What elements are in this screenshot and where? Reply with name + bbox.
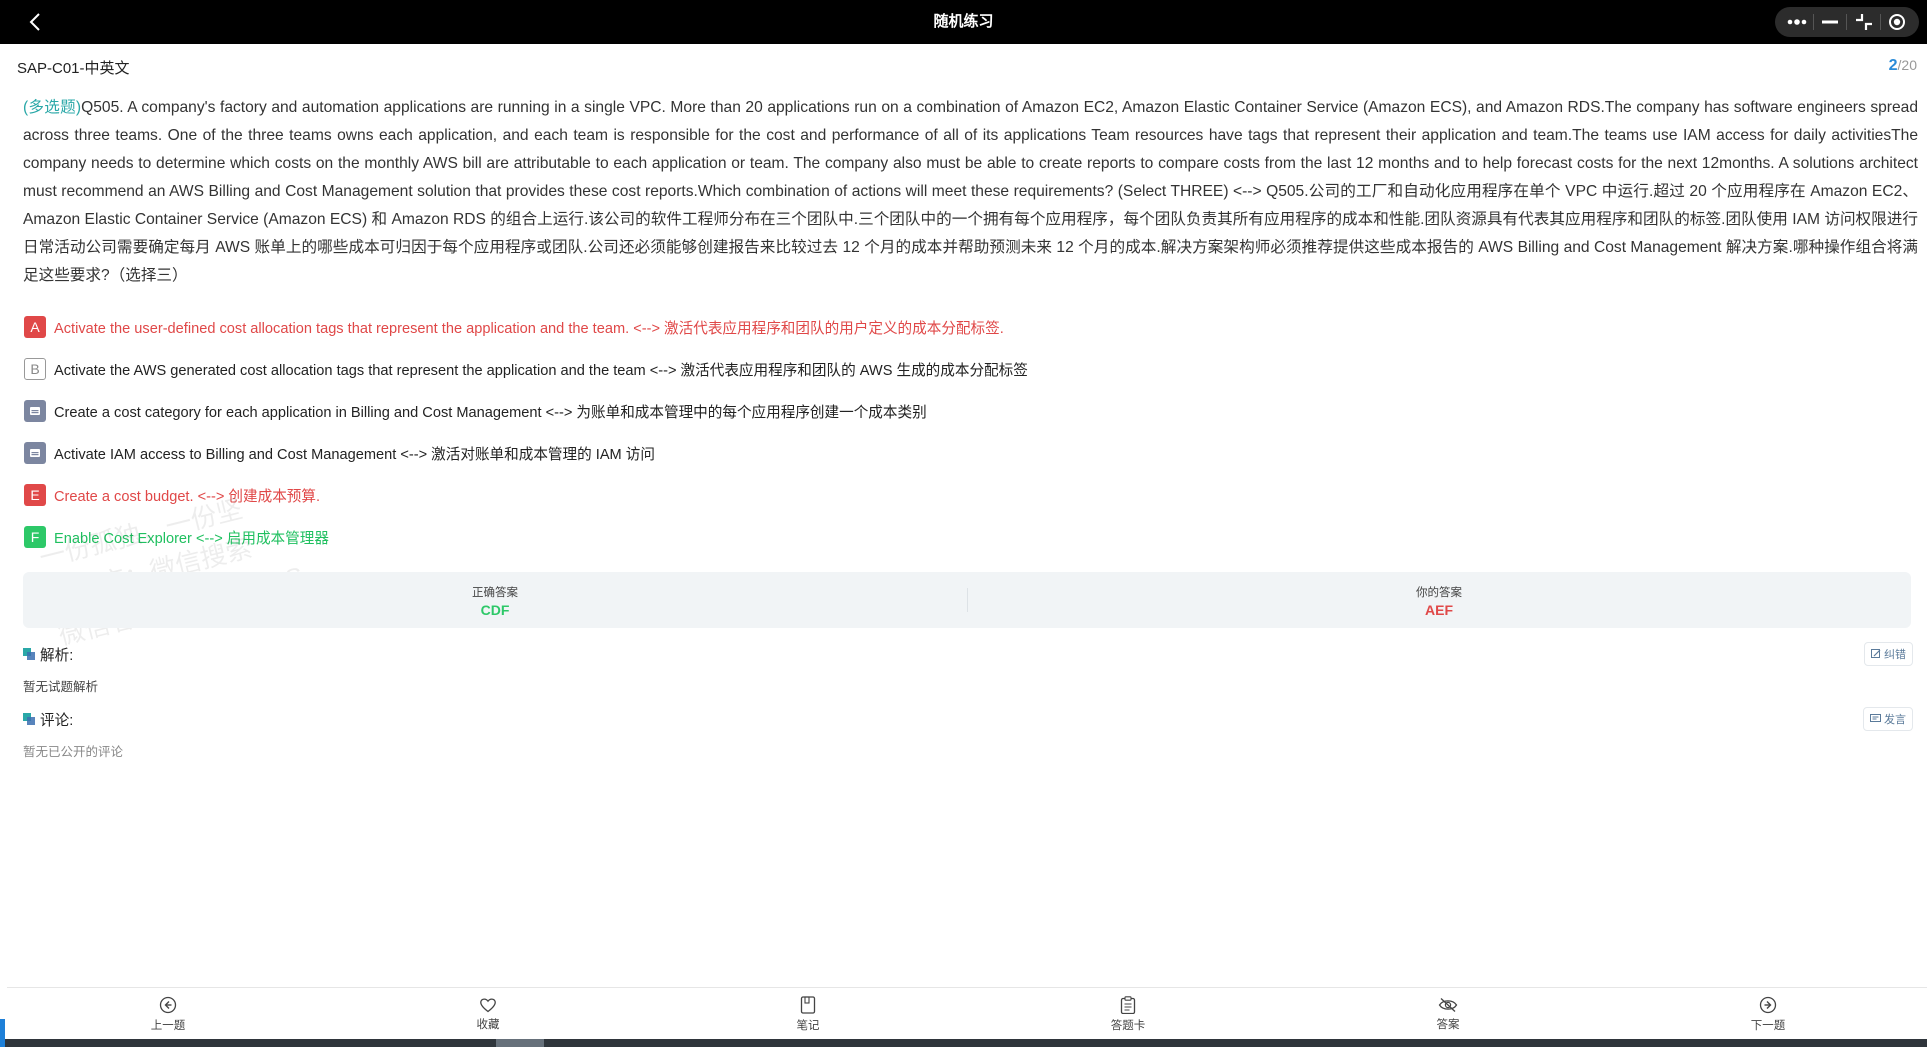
- current-question-number: 2: [1888, 57, 1898, 74]
- favorite-label: 收藏: [476, 1018, 500, 1031]
- your-answer-value: AEF: [1425, 602, 1453, 618]
- option-marker-f: F: [24, 526, 46, 548]
- comments-header: 评论: 发言: [23, 707, 1913, 731]
- capsule-divider: [1880, 14, 1882, 30]
- arrow-left-circle-icon: [159, 996, 177, 1013]
- your-answer: 你的答案 AEF: [967, 572, 1911, 628]
- minimize-icon: [1822, 20, 1839, 24]
- section-marker-icon: [23, 648, 35, 660]
- correct-marker-icon: [24, 442, 46, 464]
- window-titlebar: 随机练习: [0, 0, 1927, 44]
- prev-question-button[interactable]: 上一题: [108, 988, 228, 1040]
- minimize-button[interactable]: [1815, 7, 1845, 37]
- more-button[interactable]: [1782, 7, 1812, 37]
- answer-card-label: 答题卡: [1110, 1019, 1146, 1032]
- comments-title: 评论:: [40, 712, 74, 729]
- post-comment-label: 发言: [1884, 714, 1906, 726]
- edit-icon: [1871, 649, 1881, 658]
- option-d[interactable]: Activate IAM access to Billing and Cost …: [24, 432, 1904, 474]
- option-marker-a: A: [24, 316, 46, 338]
- comments-body: 暂无已公开的评论: [23, 745, 124, 759]
- eye-off-icon: [1438, 997, 1458, 1012]
- prev-question-label: 上一题: [150, 1019, 186, 1032]
- next-question-label: 下一题: [1750, 1019, 1786, 1032]
- bottom-toolbar: 上一题 收藏 笔记 答题卡 答案 下一题: [7, 987, 1927, 1040]
- page-header: SAP-C01-中英文 2/20: [17, 44, 1917, 86]
- question-counter: 2/20: [1889, 57, 1917, 75]
- scrollbar-thumb[interactable]: [496, 1039, 544, 1047]
- analysis-title: 解析:: [40, 647, 74, 664]
- question-type-label: (多选题): [23, 99, 82, 116]
- correct-marker-icon: [24, 400, 46, 422]
- clipboard-icon: [1120, 995, 1136, 1014]
- taskbar-indicator: [0, 1019, 5, 1047]
- option-marker-e: E: [24, 484, 46, 506]
- correct-answer-label: 正确答案: [472, 587, 518, 599]
- option-text-a: Activate the user-defined cost allocatio…: [54, 320, 1004, 337]
- answer-panel: 正确答案 CDF 你的答案 AEF: [23, 572, 1911, 628]
- notebook-icon: [800, 995, 816, 1014]
- correct-answer-value: CDF: [480, 602, 510, 618]
- next-question-button[interactable]: 下一题: [1708, 988, 1828, 1040]
- option-text-d: Activate IAM access to Billing and Cost …: [54, 446, 655, 463]
- show-answer-label: 答案: [1436, 1018, 1460, 1031]
- option-text-f: Enable Cost Explorer <--> 启用成本管理器: [54, 530, 329, 547]
- shrink-button[interactable]: [1849, 7, 1879, 37]
- favorite-button[interactable]: 收藏: [428, 988, 548, 1040]
- shrink-icon: [1855, 14, 1872, 30]
- comment-icon: [1870, 714, 1881, 722]
- capsule-divider: [1846, 14, 1848, 30]
- show-answer-button[interactable]: 答案: [1388, 988, 1508, 1040]
- option-a[interactable]: A Activate the user-defined cost allocat…: [24, 306, 1904, 348]
- question-page: SAP-C01-中英文 2/20 (多选题)Q505. A company's …: [7, 44, 1927, 1039]
- option-marker-b: B: [24, 358, 46, 380]
- notes-label: 笔记: [796, 1019, 820, 1032]
- window-controls: [1775, 7, 1919, 37]
- options-list: A Activate the user-defined cost allocat…: [24, 306, 1904, 558]
- question-text: Q505. A company's factory and automation…: [23, 99, 1918, 284]
- question-text-block: (多选题)Q505. A company's factory and autom…: [23, 94, 1918, 290]
- total-questions: /20: [1897, 57, 1917, 73]
- analysis-section: 解析: 纠错 暂无试题解析: [23, 642, 1913, 695]
- heart-icon: [480, 997, 496, 1012]
- answer-card-button[interactable]: 答题卡: [1068, 988, 1188, 1040]
- report-error-button[interactable]: 纠错: [1864, 642, 1913, 666]
- more-icon: [1787, 19, 1806, 25]
- section-marker-icon: [23, 713, 35, 725]
- window-bottom-bar: [0, 1019, 1927, 1047]
- option-text-c: Create a cost category for each applicat…: [54, 404, 927, 421]
- notes-button[interactable]: 笔记: [748, 988, 868, 1040]
- option-text-b: Activate the AWS generated cost allocati…: [54, 362, 1028, 379]
- option-b[interactable]: B Activate the AWS generated cost alloca…: [24, 348, 1904, 390]
- window-title: 随机练习: [933, 13, 994, 30]
- option-text-e: Create a cost budget. <--> 创建成本预算.: [54, 488, 321, 505]
- correct-answer: 正确答案 CDF: [23, 572, 967, 628]
- arrow-right-circle-icon: [1759, 996, 1777, 1013]
- analysis-header: 解析: 纠错: [23, 642, 1913, 666]
- close-target-button[interactable]: [1882, 7, 1912, 37]
- comments-section: 评论: 发言 暂无已公开的评论: [23, 707, 1913, 760]
- post-comment-button[interactable]: 发言: [1863, 707, 1913, 731]
- analysis-body: 暂无试题解析: [23, 680, 99, 694]
- your-answer-label: 你的答案: [1416, 587, 1462, 599]
- capsule-divider: [1812, 14, 1814, 30]
- exam-title: SAP-C01-中英文: [17, 60, 130, 77]
- option-e[interactable]: E Create a cost budget. <--> 创建成本预算.: [24, 474, 1904, 516]
- target-icon: [1889, 14, 1906, 30]
- report-error-label: 纠错: [1884, 649, 1906, 661]
- option-c[interactable]: Create a cost category for each applicat…: [24, 390, 1904, 432]
- option-f[interactable]: F Enable Cost Explorer <--> 启用成本管理器: [24, 516, 1904, 558]
